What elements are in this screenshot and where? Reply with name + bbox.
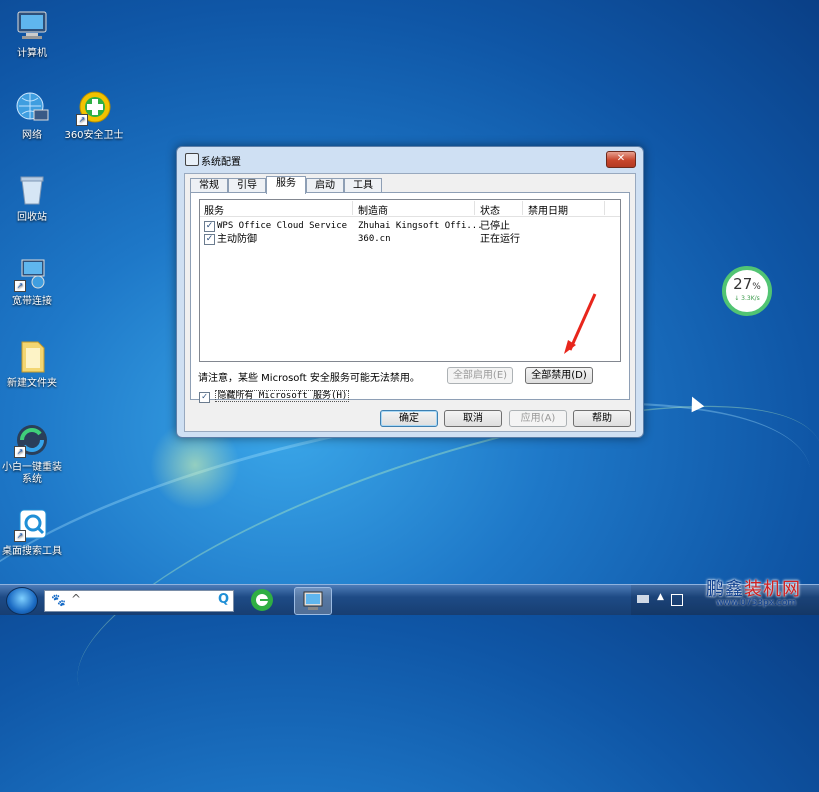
- shortcut-arrow-icon: ↗: [14, 530, 26, 542]
- chevron-up-icon[interactable]: ^: [71, 592, 81, 606]
- shortcut-arrow-icon: ↗: [14, 280, 26, 292]
- help-button[interactable]: 帮助: [573, 410, 631, 427]
- start-button[interactable]: [6, 587, 38, 615]
- shortcut-arrow-icon: ↗: [14, 446, 26, 458]
- enable-all-button[interactable]: 全部启用(E): [447, 367, 513, 384]
- service-status: 已停止: [480, 221, 510, 232]
- shortcut-arrow-icon: ↗: [76, 114, 88, 126]
- taskbar-app-msconfig[interactable]: [294, 587, 332, 615]
- keyboard-icon[interactable]: [637, 595, 649, 603]
- service-name: 主动防御: [217, 234, 257, 245]
- reinstall-tool-icon: ↗: [14, 422, 50, 458]
- title-bar[interactable]: 系统配置 ✕: [177, 147, 643, 171]
- column-header-disable-date[interactable]: 禁用日期: [528, 202, 568, 217]
- desktop-icon-label: 回收站: [17, 212, 47, 223]
- hide-ms-checkbox[interactable]: ✓: [199, 392, 210, 403]
- ok-button[interactable]: 确定: [380, 410, 438, 427]
- ms-services-note: 请注意，某些 Microsoft 安全服务可能无法禁用。: [198, 373, 420, 384]
- column-header-service[interactable]: 服务: [204, 202, 224, 217]
- flag-icon[interactable]: [671, 594, 683, 606]
- tab-tools[interactable]: 工具: [344, 178, 382, 193]
- desktop-icon-label: 360安全卫士: [64, 130, 124, 141]
- desktop-icon-network[interactable]: 网络: [0, 90, 64, 142]
- taskbar-search-box[interactable]: 🐾 ^ Q: [44, 590, 234, 612]
- apply-button[interactable]: 应用(A): [509, 410, 567, 427]
- service-checkbox[interactable]: ✓: [204, 221, 215, 232]
- taskbar-app-browser[interactable]: [244, 587, 280, 613]
- service-name: WPS Office Cloud Service: [217, 221, 348, 231]
- network-globe-icon: [14, 90, 50, 126]
- download-speed: ↓ 3.3K/s: [734, 295, 760, 302]
- desktop-icon-label: 新建文件夹: [7, 378, 57, 389]
- desktop-icon-xiaobai[interactable]: ↗ 小白一键重装系统: [0, 422, 64, 486]
- tab-services[interactable]: 服务: [266, 176, 306, 194]
- desktop-icon-recycle-bin[interactable]: 回收站: [0, 172, 64, 224]
- service-maker: Zhuhai Kingsoft Offi...: [358, 221, 483, 231]
- column-header-maker[interactable]: 制造商: [358, 202, 388, 217]
- window-title: 系统配置: [201, 157, 241, 168]
- desktop-icon-label: 计算机: [17, 48, 47, 59]
- desktop-icon-label: 宽带连接: [12, 296, 52, 307]
- column-header-status[interactable]: 状态: [480, 202, 500, 217]
- folder-icon: [14, 338, 50, 374]
- paw-icon: 🐾: [51, 593, 66, 607]
- desktop-icon-label: 桌面搜索工具: [2, 546, 62, 557]
- watermark-url: www.0753px.com: [716, 598, 797, 608]
- recycle-bin-icon: [14, 172, 50, 208]
- list-header: 服务 制造商 状态 禁用日期: [200, 200, 620, 217]
- annotation-arrow-icon: [564, 293, 597, 354]
- desktop-icon-broadband[interactable]: ↗ 宽带连接: [0, 256, 64, 308]
- tray-expand-icon[interactable]: ▲: [657, 592, 664, 602]
- desktop-search-icon: ↗: [14, 506, 50, 542]
- search-icon[interactable]: Q: [218, 592, 229, 607]
- network-speed-widget[interactable]: 27% ↓ 3.3K/s: [722, 266, 772, 316]
- desktop-icon-computer[interactable]: 计算机: [0, 8, 64, 60]
- desktop-icon-label: 小白一键重装系统: [2, 462, 62, 485]
- tab-boot[interactable]: 引导: [228, 178, 266, 193]
- disable-all-button[interactable]: 全部禁用(D): [525, 367, 593, 384]
- desktop-icon-360[interactable]: ↗ 360安全卫士: [62, 90, 126, 142]
- close-button[interactable]: ✕: [606, 151, 636, 168]
- hide-ms-services[interactable]: ✓ 隐藏所有 Microsoft 服务(H): [199, 388, 350, 403]
- services-list[interactable]: 服务 制造商 状态 禁用日期 ✓ WPS Office Cloud Servic…: [199, 199, 621, 362]
- service-checkbox[interactable]: ✓: [204, 234, 215, 245]
- computer-icon: [14, 8, 50, 44]
- cancel-button[interactable]: 取消: [444, 410, 502, 427]
- 360-security-icon: ↗: [76, 90, 112, 126]
- tab-startup[interactable]: 启动: [306, 178, 344, 193]
- desktop-icon-new-folder[interactable]: 新建文件夹: [0, 338, 64, 390]
- tab-general[interactable]: 常规: [190, 178, 228, 193]
- table-row[interactable]: ✓ WPS Office Cloud Service Zhuhai Kingso…: [200, 220, 620, 233]
- hide-ms-label: 隐藏所有 Microsoft 服务(H): [215, 390, 350, 402]
- desktop-icon-label: 网络: [22, 130, 42, 141]
- taskbar: 🐾 ^ Q ▲: [0, 584, 819, 615]
- service-maker: 360.cn: [358, 234, 391, 244]
- speed-percent: 27%: [733, 275, 761, 293]
- desktop-icon-search-tool[interactable]: ↗ 桌面搜索工具: [0, 506, 64, 558]
- table-row[interactable]: ✓ 主动防御 360.cn 正在运行: [200, 233, 620, 246]
- service-status: 正在运行: [480, 234, 520, 245]
- msconfig-icon: [185, 153, 199, 166]
- network-connection-icon: ↗: [14, 256, 50, 292]
